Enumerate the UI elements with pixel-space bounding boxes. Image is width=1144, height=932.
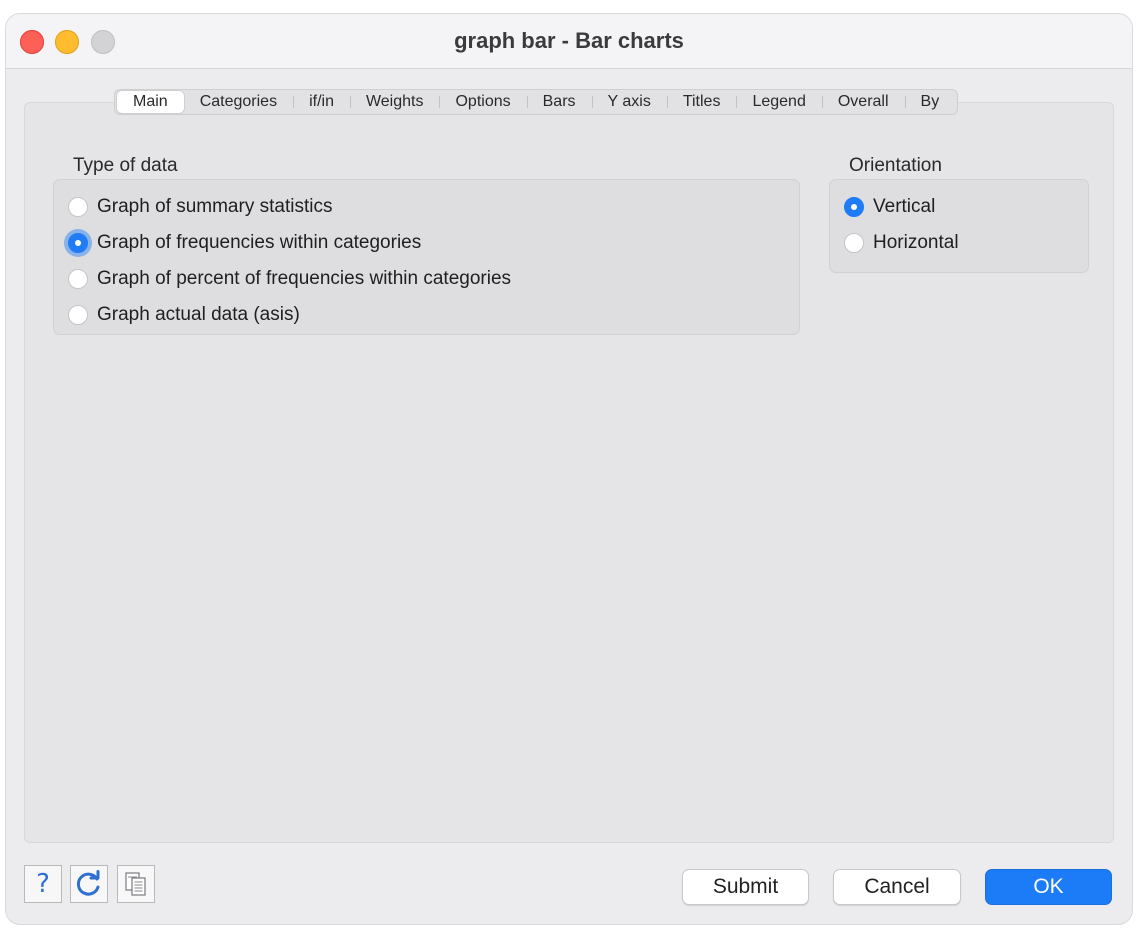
radio-button-selected[interactable] bbox=[68, 233, 88, 253]
window-title: graph bar - Bar charts bbox=[454, 28, 684, 53]
tab-y-axis[interactable]: Y axis bbox=[591, 91, 667, 113]
radio-label: Graph actual data (asis) bbox=[97, 304, 300, 325]
orientation-label: Orientation bbox=[849, 155, 942, 176]
radio-button-selected[interactable] bbox=[844, 197, 864, 217]
radio-summary-statistics[interactable]: Graph of summary statistics bbox=[68, 196, 332, 218]
radio-horizontal[interactable]: Horizontal bbox=[844, 232, 959, 254]
radio-label: Graph of percent of frequencies within c… bbox=[97, 268, 512, 289]
radio-button[interactable] bbox=[68, 305, 88, 325]
radio-label: Graph of frequencies within categories bbox=[97, 232, 422, 253]
radio-frequencies[interactable]: Graph of frequencies within categories bbox=[68, 232, 421, 254]
submit-button[interactable]: Submit bbox=[682, 869, 809, 905]
radio-button[interactable] bbox=[844, 233, 864, 253]
help-button[interactable]: ? bbox=[24, 865, 62, 903]
dialog-window: graph bar - Bar charts Main Categories i… bbox=[6, 14, 1132, 924]
radio-label: Horizontal bbox=[873, 232, 959, 253]
tab-main[interactable]: Main bbox=[117, 91, 184, 113]
tab-weights[interactable]: Weights bbox=[349, 91, 440, 113]
reset-icon bbox=[76, 870, 100, 896]
tab-legend[interactable]: Legend bbox=[736, 91, 821, 113]
tab-if-in[interactable]: if/in bbox=[293, 91, 350, 113]
copy-command-button[interactable] bbox=[117, 865, 155, 903]
orientation-group bbox=[829, 179, 1089, 273]
reset-button[interactable] bbox=[70, 865, 108, 903]
cancel-button[interactable]: Cancel bbox=[833, 869, 961, 905]
radio-label: Graph of summary statistics bbox=[97, 196, 333, 217]
radio-percent-frequencies[interactable]: Graph of percent of frequencies within c… bbox=[68, 268, 511, 290]
radio-button[interactable] bbox=[68, 197, 88, 217]
tab-bar: Main Categories if/in Weights Options Ba… bbox=[114, 89, 959, 115]
tab-by[interactable]: By bbox=[904, 91, 956, 113]
tab-overall[interactable]: Overall bbox=[821, 91, 905, 113]
radio-button[interactable] bbox=[68, 269, 88, 289]
radio-vertical[interactable]: Vertical bbox=[844, 196, 935, 218]
tab-titles[interactable]: Titles bbox=[666, 91, 737, 113]
copy-command-icon bbox=[125, 872, 146, 896]
help-icon: ? bbox=[36, 869, 50, 899]
tab-options[interactable]: Options bbox=[439, 91, 526, 113]
tab-bars[interactable]: Bars bbox=[526, 91, 592, 113]
tab-categories[interactable]: Categories bbox=[184, 91, 293, 113]
title-bar: graph bar - Bar charts bbox=[6, 14, 1132, 69]
type-of-data-label: Type of data bbox=[73, 155, 178, 176]
ok-button[interactable]: OK bbox=[985, 869, 1112, 905]
radio-actual-data[interactable]: Graph actual data (asis) bbox=[68, 304, 300, 326]
radio-label: Vertical bbox=[873, 196, 936, 217]
